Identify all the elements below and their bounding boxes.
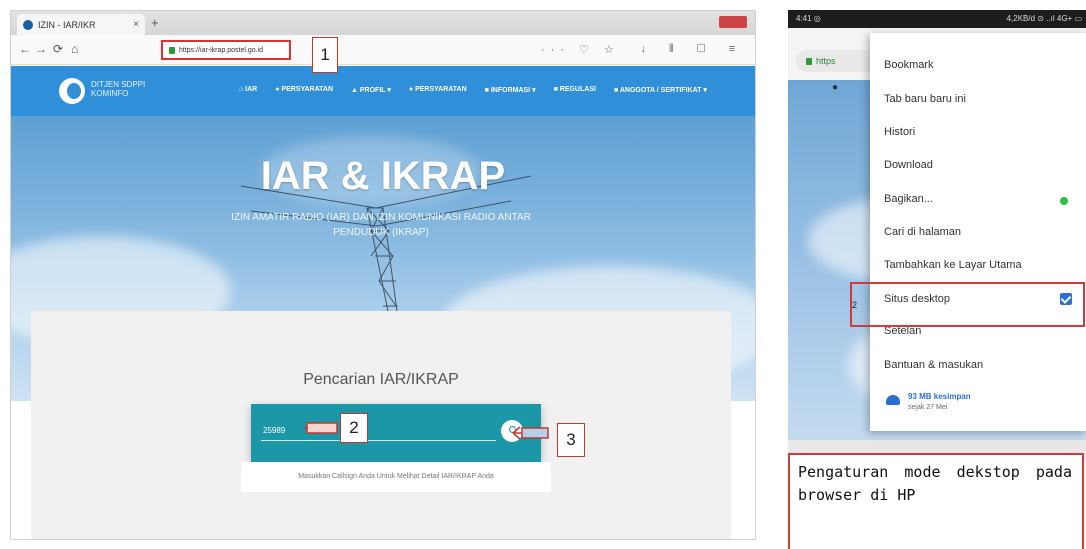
menu-item-home[interactable]: ⌂ IAR [239, 86, 257, 94]
address-bar[interactable]: https://iar-ikrap.postel.go.id [161, 40, 291, 60]
data-saver-subtitle: sejak 27 Mei [908, 404, 948, 411]
hero-title: IAR & IKRAP [260, 154, 506, 198]
search-card: Pencarian IAR/IKRAP 25989 Masukkan Calls… [31, 311, 731, 539]
close-tab-icon[interactable]: × [133, 19, 139, 30]
menu-item-regulasi[interactable]: ■ REGULASI [554, 86, 596, 94]
menu-item-download[interactable]: Download [884, 159, 933, 171]
site-menu: ⌂ IAR ● PERSYARATAN ▲ PROFIL ▾ ● PERSYAR… [239, 86, 707, 94]
lock-icon [169, 46, 175, 54]
menu-item-persyaratan-2[interactable]: ● PERSYARATAN [409, 86, 467, 94]
status-time: 4:41 ◎ [796, 14, 821, 23]
data-saver-title[interactable]: 93 MB kesimpan [908, 392, 971, 401]
menu-item-profil[interactable]: ▲ PROFIL ▾ [351, 86, 391, 94]
hero-subtitle: IZIN AMATIR RADIO (IAR) DAN IZIN KOMUNIK… [231, 212, 531, 238]
menu-item-add-to-home[interactable]: Tambahkan ke Layar Utama [884, 259, 1022, 271]
caption-box: Pengaturan mode dekstop pada browser di … [788, 453, 1084, 549]
callout-1: 1 [312, 37, 338, 73]
address-bar-url: https://iar-ikrap.postel.go.id [179, 46, 264, 54]
status-bar: 4:41 ◎ 4,2KB/d ⊙ ..ıl 4G+ ▭ [788, 10, 1086, 28]
search-input-underline [261, 440, 496, 441]
mobile-url: https [816, 56, 836, 66]
search-panel: 25989 [251, 404, 541, 462]
browser-tab[interactable]: IZIN - IAR/IKR × [17, 14, 145, 35]
lock-icon [806, 57, 812, 65]
browser-toolbar: ← → ⟳ ⌂ https://iar-ikrap.postel.go.id ·… [11, 35, 755, 65]
search-hint: Masukkan Callsign Anda Untuk Melihat Det… [298, 473, 494, 480]
reload-icon[interactable]: ⟳ [53, 42, 63, 56]
kominfo-logo-icon[interactable] [59, 78, 85, 104]
site-brand[interactable]: DITJEN SDPPI KOMINFO [91, 80, 151, 98]
whatsapp-icon [1060, 197, 1068, 205]
mobile-overflow-menu: Bookmark Tab baru baru ini Histori Downl… [870, 33, 1086, 431]
callsign-search-input[interactable]: 25989 [263, 426, 285, 435]
page-actions-icons[interactable]: ··· ♡ ☆ [541, 43, 620, 56]
search-button-icon[interactable] [501, 420, 523, 442]
toolbar-icons[interactable]: ↓ ⫴ ▢ ≡ [640, 43, 745, 56]
menu-item-history[interactable]: Histori [884, 126, 915, 138]
desktop-browser-window: IZIN - IAR/IKR × + ← → ⟳ ⌂ https://iar-i… [10, 10, 756, 540]
window-controls[interactable] [719, 16, 747, 28]
menu-item-persyaratan[interactable]: ● PERSYARATAN [275, 86, 333, 94]
status-indicators: 4,2KB/d ⊙ ..ıl 4G+ ▭ [1006, 14, 1082, 23]
forward-icon[interactable]: → [35, 42, 47, 56]
site-navbar: DITJEN SDPPI KOMINFO ⌂ IAR ● PERSYARATAN… [11, 66, 755, 116]
menu-item-anggota[interactable]: ■ ANGGOTA / SERTIFIKAT ▾ [614, 86, 707, 94]
tab-bar: IZIN - IAR/IKR × + [11, 11, 755, 35]
home-icon[interactable]: ⌂ [71, 42, 78, 56]
search-hint-panel: Masukkan Callsign Anda Untuk Melihat Det… [241, 462, 551, 492]
site-logo-icon: ● [832, 82, 839, 93]
menu-item-help[interactable]: Bantuan & masukan [884, 359, 983, 371]
menu-item-share[interactable]: Bagikan... [884, 193, 933, 205]
menu-item-bookmark[interactable]: Bookmark [884, 59, 934, 71]
search-title: Pencarian IAR/IKRAP [303, 371, 459, 388]
menu-item-recent-tabs[interactable]: Tab baru baru ini [884, 93, 966, 105]
mobile-address-bar[interactable]: https [796, 50, 876, 72]
menu-item-informasi[interactable]: ■ INFORMASI ▾ [485, 86, 536, 94]
back-icon[interactable]: ← [19, 42, 31, 56]
callout-3: 3 [557, 423, 585, 457]
tab-title: IZIN - IAR/IKR [38, 19, 96, 30]
new-tab-button[interactable]: + [151, 15, 159, 30]
site-favicon-icon [23, 19, 33, 30]
highlight-label: 2 [852, 300, 858, 310]
menu-item-find-in-page[interactable]: Cari di halaman [884, 226, 961, 238]
data-saver-icon [886, 395, 900, 405]
desktop-site-highlight [850, 282, 1085, 327]
callout-2: 2 [340, 413, 368, 443]
